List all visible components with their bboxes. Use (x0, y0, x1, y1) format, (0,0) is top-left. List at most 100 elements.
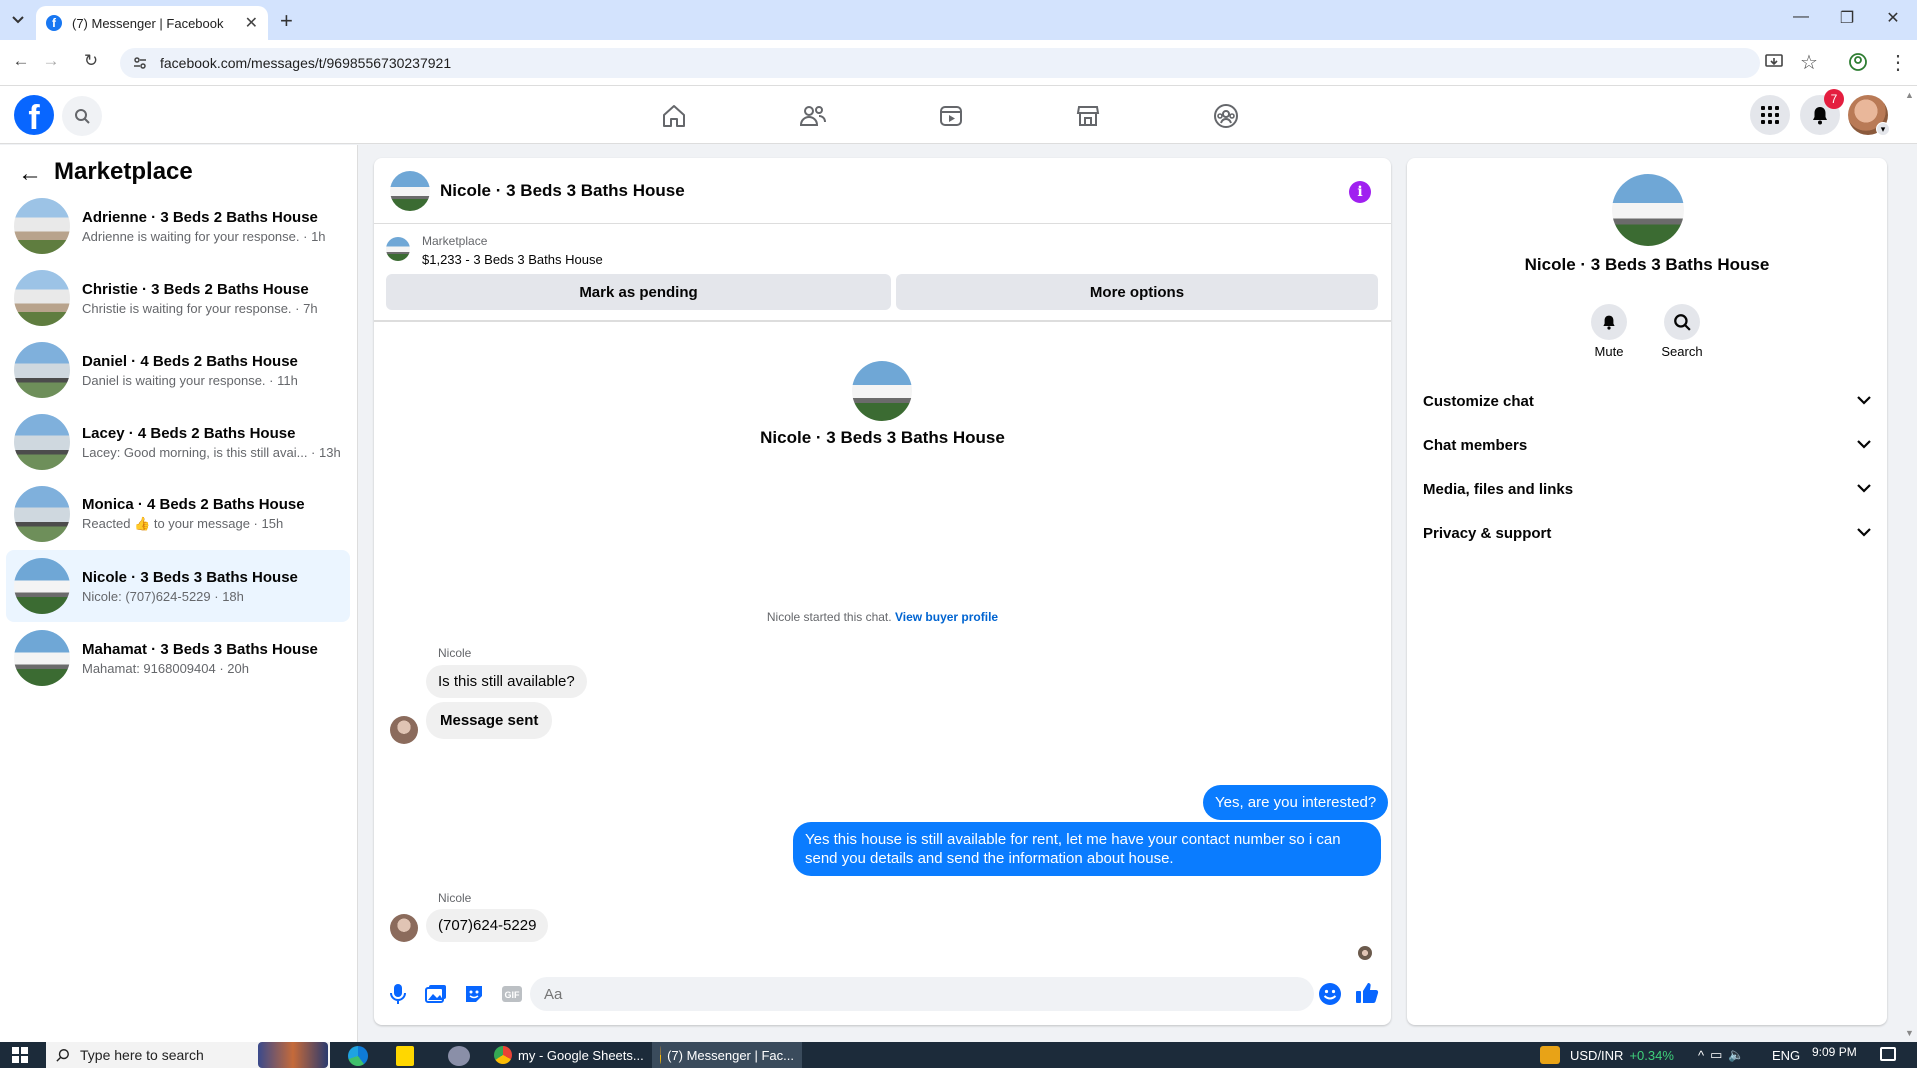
profile-icon[interactable] (1848, 52, 1868, 77)
ticker[interactable]: USD/INR +0.34% (1570, 1042, 1674, 1068)
back-icon[interactable]: ← (8, 51, 34, 71)
new-tab-button[interactable]: + (280, 8, 293, 34)
like-thumb-icon[interactable] (1355, 981, 1379, 1010)
maximize-button[interactable]: ❐ (1832, 8, 1862, 28)
facebook-logo-icon[interactable]: f (14, 95, 54, 135)
message-bubble-incoming[interactable]: Is this still available? (426, 665, 587, 698)
menu-grid-button[interactable] (1750, 95, 1790, 135)
browser-menu-icon[interactable]: ⋮ (1888, 50, 1908, 75)
scrollbar-up-arrow[interactable]: ▲ (1905, 90, 1914, 100)
minimize-button[interactable]: — (1786, 8, 1816, 26)
info-icon[interactable]: i (1349, 181, 1371, 203)
conversation-item[interactable]: Adrienne · 3 Beds 2 Baths House Adrienne… (6, 190, 350, 262)
chat-title[interactable]: Nicole · 3 Beds 3 Baths House (440, 181, 685, 201)
intro-name: Nicole · 3 Beds 3 Baths House (760, 428, 1005, 447)
listing-thumbnail (14, 558, 70, 614)
facebook-search-button[interactable] (62, 96, 102, 136)
browser-tab[interactable]: f (7) Messenger | Facebook ✕ (36, 6, 268, 40)
tray-icons[interactable]: ^ ▭ 🔈 (1698, 1042, 1745, 1068)
forward-icon[interactable]: → (38, 51, 64, 71)
scrollbar-down-arrow[interactable]: ▼ (1905, 1028, 1914, 1038)
sender-avatar[interactable] (390, 716, 418, 744)
conversation-item-selected[interactable]: Nicole · 3 Beds 3 Baths House Nicole: (7… (6, 550, 350, 622)
windows-start-icon[interactable] (12, 1047, 28, 1068)
notification-center-icon[interactable] (1880, 1047, 1896, 1061)
app-icon[interactable] (448, 1046, 470, 1066)
conversation-preview: Mahamat: 9168009404 (82, 660, 216, 676)
message-bubble-incoming[interactable]: (707)624-5229 (426, 909, 549, 942)
close-window-button[interactable]: ✕ (1878, 8, 1908, 28)
mark-as-pending-button[interactable]: Mark as pending (386, 274, 891, 310)
conversation-item[interactable]: Christie · 3 Beds 2 Baths House Christie… (6, 262, 350, 334)
network-icon[interactable]: ▭ (1710, 1047, 1722, 1063)
chat-members-section[interactable]: Chat members (1407, 423, 1887, 467)
chat-started-notice: Nicole started this chat. View buyer pro… (374, 610, 1391, 624)
conversation-item[interactable]: Daniel · 4 Beds 2 Baths House Daniel is … (6, 334, 350, 406)
details-avatar (1612, 174, 1684, 246)
video-icon[interactable] (934, 99, 968, 133)
chat-avatar[interactable] (390, 170, 430, 211)
bell-icon (1603, 315, 1615, 330)
gif-icon[interactable]: GIF (500, 982, 524, 1006)
privacy-support-section[interactable]: Privacy & support (1407, 511, 1887, 555)
install-app-icon[interactable] (1764, 52, 1784, 77)
conversation-name: Christie · 3 Beds 2 Baths House (82, 280, 309, 298)
chevron-up-icon[interactable]: ^ (1698, 1048, 1704, 1063)
language-indicator[interactable]: ENG (1772, 1042, 1800, 1068)
listing-price[interactable]: $1,233 - 3 Beds 3 Baths House (422, 252, 603, 267)
tab-search-button[interactable] (6, 8, 30, 32)
volume-icon[interactable]: 🔈 (1728, 1047, 1744, 1063)
conversation-time: 15h (261, 516, 284, 531)
file-explorer-icon[interactable] (396, 1046, 414, 1066)
facebook-favicon-icon: f (46, 15, 62, 31)
groups-icon[interactable] (1209, 99, 1243, 133)
conversation-item[interactable]: Lacey · 4 Beds 2 Baths House Lacey: Good… (6, 406, 350, 478)
search-icon (75, 109, 90, 124)
more-options-button[interactable]: More options (896, 274, 1378, 310)
sticker-icon[interactable] (462, 982, 486, 1006)
marketplace-icon[interactable] (1071, 99, 1105, 133)
conversation-item[interactable]: Mahamat · 3 Beds 3 Baths House Mahamat: … (6, 622, 350, 694)
message-sender: Nicole (438, 646, 472, 660)
conversation-name: Monica · 4 Beds 2 Baths House (82, 496, 305, 513)
sender-avatar[interactable] (390, 914, 418, 942)
search-icon (56, 1049, 69, 1062)
message-bubble-outgoing[interactable]: Yes, are you interested? (1203, 785, 1389, 820)
ticker-symbol: USD/INR (1570, 1047, 1624, 1063)
mute-button[interactable] (1591, 304, 1627, 340)
bookmark-star-icon[interactable]: ☆ (1800, 50, 1818, 75)
taskbar-app-messenger[interactable]: (7) Messenger | Fac... (652, 1042, 802, 1068)
edge-icon[interactable] (348, 1046, 368, 1066)
friends-icon[interactable] (796, 99, 830, 133)
tab-title: (7) Messenger | Facebook (72, 15, 224, 31)
media-files-links-section[interactable]: Media, files and links (1407, 467, 1887, 511)
microphone-icon[interactable] (386, 982, 410, 1006)
emoji-icon[interactable] (1318, 982, 1342, 1011)
taskbar-app-sheets[interactable]: my - Google Sheets... (494, 1042, 644, 1068)
conversation-preview: Daniel is waiting your response. (82, 372, 266, 388)
address-bar[interactable]: facebook.com/messages/t/9698556730237921 (120, 48, 1760, 78)
message-bubble-incoming[interactable]: Message sent (426, 702, 553, 739)
chrome-icon (660, 1046, 662, 1064)
listing-thumbnail (14, 270, 70, 326)
message-input[interactable] (530, 977, 1314, 1011)
customize-chat-section[interactable]: Customize chat (1407, 379, 1887, 423)
clock[interactable]: 9:09 PM (1812, 1042, 1857, 1068)
conversation-preview: Nicole: (707)624-5229 (82, 588, 211, 604)
account-chevron-icon[interactable]: ▾ (1876, 122, 1890, 136)
search-in-chat-button[interactable] (1664, 304, 1700, 340)
conversation-preview: Christie is waiting for your response. (82, 300, 292, 316)
back-arrow-icon[interactable]: ← (18, 160, 42, 188)
ticker-change: +0.34% (1629, 1047, 1674, 1063)
sidebar-title: Marketplace (54, 158, 193, 185)
currency-icon (1540, 1046, 1560, 1064)
photo-icon[interactable] (424, 982, 448, 1006)
home-icon[interactable] (657, 99, 691, 133)
view-buyer-profile-link[interactable]: View buyer profile (895, 610, 998, 624)
conversation-item[interactable]: Monica · 4 Beds 2 Baths House Reacted 👍 … (6, 478, 350, 550)
reload-icon[interactable]: ↻ (78, 51, 104, 71)
close-tab-icon[interactable]: ✕ (245, 13, 258, 33)
message-bubble-outgoing[interactable]: Yes this house is still available for re… (793, 822, 1381, 876)
section-label: Customize chat (1423, 392, 1534, 410)
site-settings-icon[interactable] (132, 55, 148, 71)
